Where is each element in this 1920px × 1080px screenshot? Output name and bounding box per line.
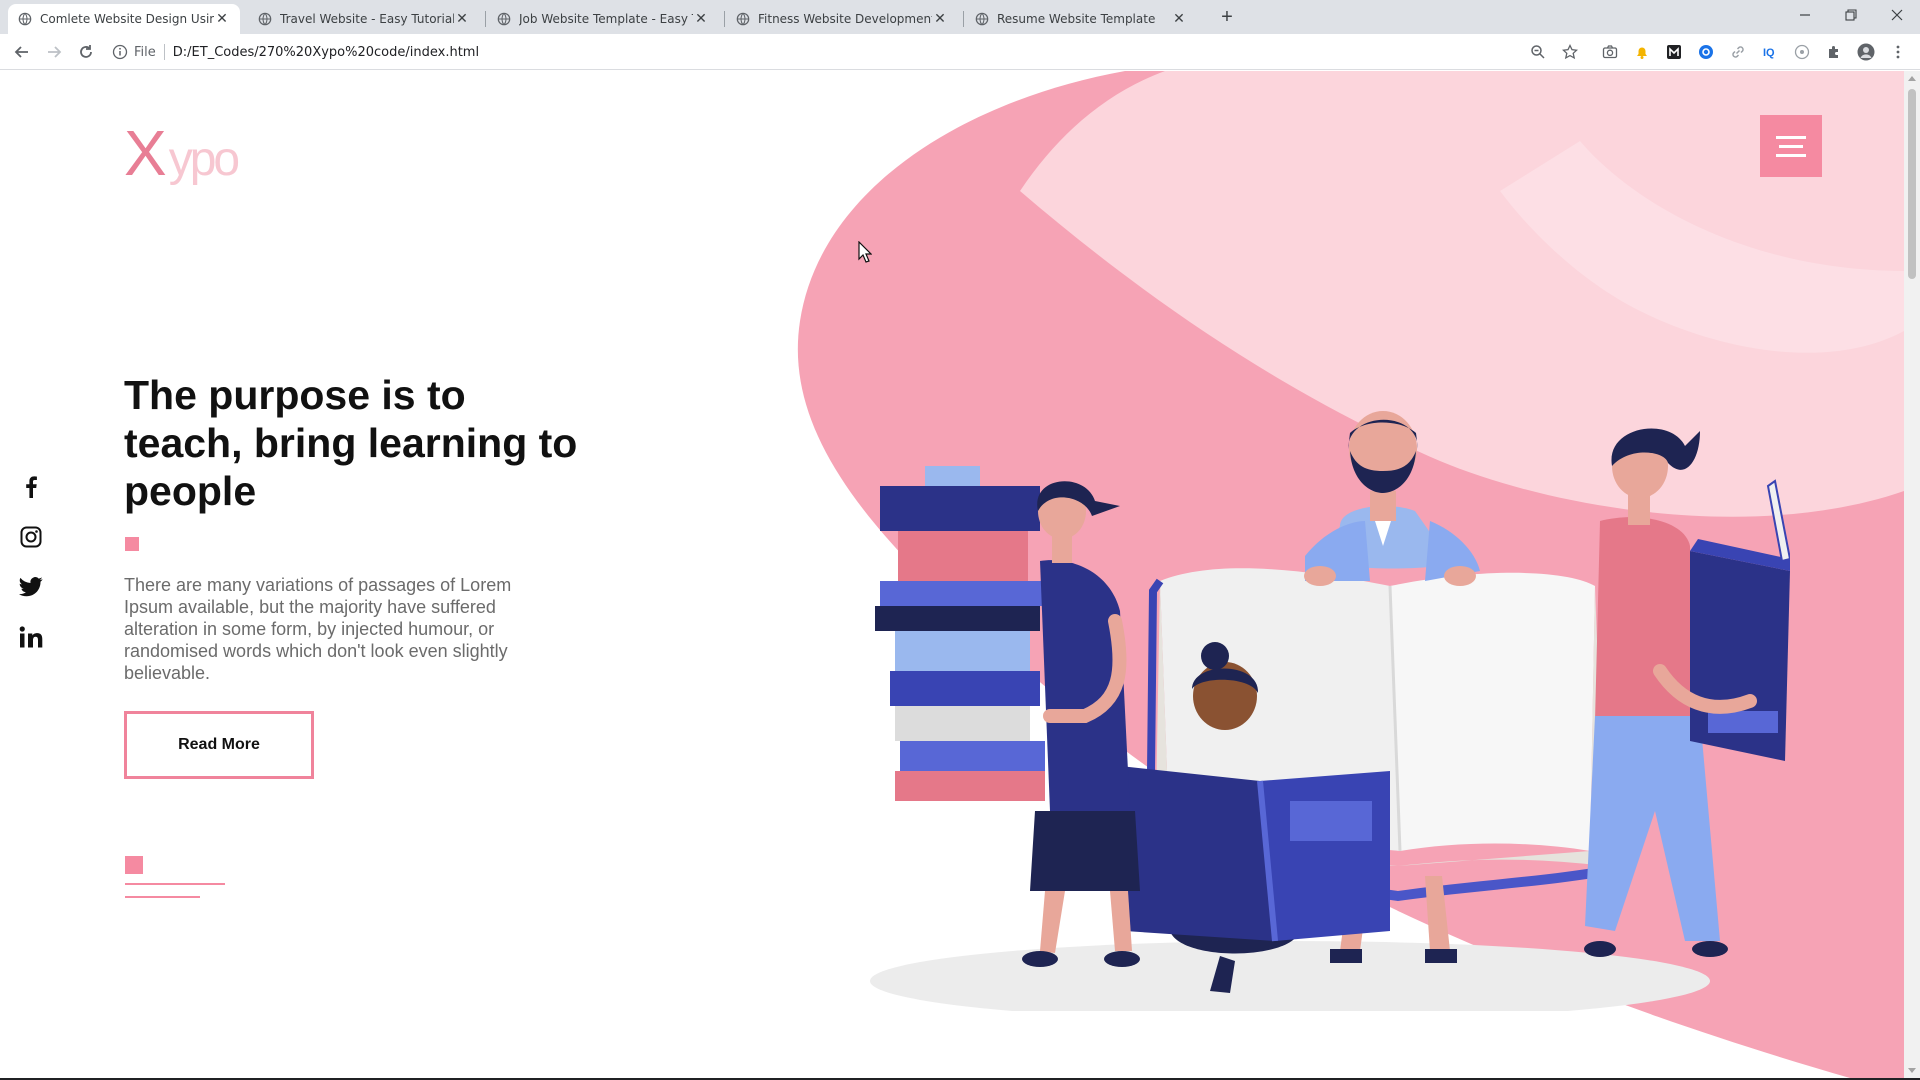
address-bar[interactable]: File D:/ET_Codes/270%20Xypo%20code/index… xyxy=(112,38,1562,66)
globe-icon xyxy=(736,12,750,26)
back-icon[interactable] xyxy=(10,40,34,64)
iq-extension-icon[interactable]: IQ xyxy=(1761,43,1779,61)
tab-title: Travel Website - Easy Tutorials xyxy=(280,12,454,26)
read-more-button[interactable]: Read More xyxy=(124,711,314,779)
bookmark-star-icon[interactable] xyxy=(1561,43,1579,61)
tab-title: Fitness Website Development xyxy=(758,12,932,26)
zoom-icon[interactable] xyxy=(1529,43,1547,61)
facebook-icon[interactable] xyxy=(18,474,44,500)
hero-headline: The purpose is to teach, bring learning … xyxy=(124,372,578,514)
tab-separator xyxy=(724,11,725,27)
tab-job-website[interactable]: Job Website Template - Easy Tuto ✕ xyxy=(487,4,719,34)
camera-icon[interactable] xyxy=(1601,43,1619,61)
profile-avatar-icon[interactable] xyxy=(1857,43,1875,61)
tab-separator xyxy=(963,11,964,27)
m-extension-icon[interactable] xyxy=(1665,43,1683,61)
tab-complete-website-design[interactable]: Comlete Website Design Using H ✕ xyxy=(8,4,240,34)
scrollbar-thumb[interactable] xyxy=(1908,89,1916,279)
ground-shadow xyxy=(870,941,1710,1011)
blue-shield-extension-icon[interactable] xyxy=(1697,43,1715,61)
browser-tab-strip: Comlete Website Design Using H ✕ Travel … xyxy=(0,0,1920,34)
globe-icon xyxy=(975,12,989,26)
girl-with-book-stack-figure xyxy=(875,466,1140,967)
accent-square xyxy=(125,537,139,551)
url-scheme-label: File xyxy=(134,44,156,60)
svg-text:IQ: IQ xyxy=(1763,47,1775,59)
web-page: X ypo The purpose is to teach, bring lea… xyxy=(0,71,1904,1078)
mouse-cursor-icon xyxy=(858,241,872,263)
decorative-line xyxy=(125,883,225,885)
browser-menu-icon[interactable] xyxy=(1889,43,1907,61)
close-window-icon[interactable] xyxy=(1874,0,1920,30)
new-tab-button[interactable]: + xyxy=(1215,5,1239,29)
close-tab-icon[interactable]: ✕ xyxy=(932,11,948,27)
circle-extension-icon[interactable] xyxy=(1793,43,1811,61)
close-tab-icon[interactable]: ✕ xyxy=(214,11,230,27)
tab-title: Comlete Website Design Using H xyxy=(40,12,214,26)
twitter-icon[interactable] xyxy=(18,574,44,600)
close-tab-icon[interactable]: ✕ xyxy=(1171,11,1187,27)
site-logo[interactable]: X ypo xyxy=(124,117,240,191)
restore-icon[interactable] xyxy=(1828,0,1874,30)
link-extension-icon[interactable] xyxy=(1729,43,1747,61)
url-text: D:/ET_Codes/270%20Xypo%20code/index.html xyxy=(172,44,480,60)
menu-bar xyxy=(1776,153,1806,157)
close-tab-icon[interactable]: ✕ xyxy=(693,11,709,27)
hero-description: There are many variations of passages of… xyxy=(124,575,512,683)
notification-extension-icon[interactable] xyxy=(1633,43,1651,61)
puzzle-extensions-icon[interactable] xyxy=(1825,43,1843,61)
minimize-icon[interactable] xyxy=(1782,0,1828,30)
tab-separator xyxy=(485,11,486,27)
instagram-icon[interactable] xyxy=(18,524,44,550)
info-icon[interactable] xyxy=(112,44,128,60)
tab-resume-website[interactable]: Resume Website Template ✕ xyxy=(965,4,1197,34)
tab-title: Job Website Template - Easy Tuto xyxy=(519,12,693,26)
people-reading-illustration xyxy=(870,411,1790,1011)
woman-with-book-figure xyxy=(1584,428,1790,957)
page-scrollbar[interactable] xyxy=(1904,71,1920,1078)
browser-toolbar: File D:/ET_Codes/270%20Xypo%20code/index… xyxy=(0,34,1920,70)
logo-letter-x: X xyxy=(124,117,167,189)
linkedin-icon[interactable] xyxy=(18,624,44,650)
scroll-down-arrow-icon[interactable] xyxy=(1908,1068,1916,1073)
scroll-up-arrow-icon[interactable] xyxy=(1908,76,1916,81)
logo-wordmark: ypo xyxy=(168,133,240,186)
tab-fitness-website[interactable]: Fitness Website Development ✕ xyxy=(726,4,958,34)
address-divider xyxy=(163,44,165,60)
hamburger-menu-button[interactable] xyxy=(1760,115,1822,177)
decorative-line xyxy=(125,896,200,898)
menu-bar xyxy=(1779,144,1803,148)
decorative-square xyxy=(125,856,143,874)
tab-title: Resume Website Template xyxy=(997,12,1156,26)
globe-icon xyxy=(258,12,272,26)
globe-icon xyxy=(497,12,511,26)
forward-icon[interactable] xyxy=(42,40,66,64)
tab-travel-website[interactable]: Travel Website - Easy Tutorials ✕ xyxy=(248,4,480,34)
menu-bar xyxy=(1776,135,1806,139)
globe-icon xyxy=(18,12,32,26)
reload-icon[interactable] xyxy=(74,40,98,64)
close-tab-icon[interactable]: ✕ xyxy=(454,11,470,27)
